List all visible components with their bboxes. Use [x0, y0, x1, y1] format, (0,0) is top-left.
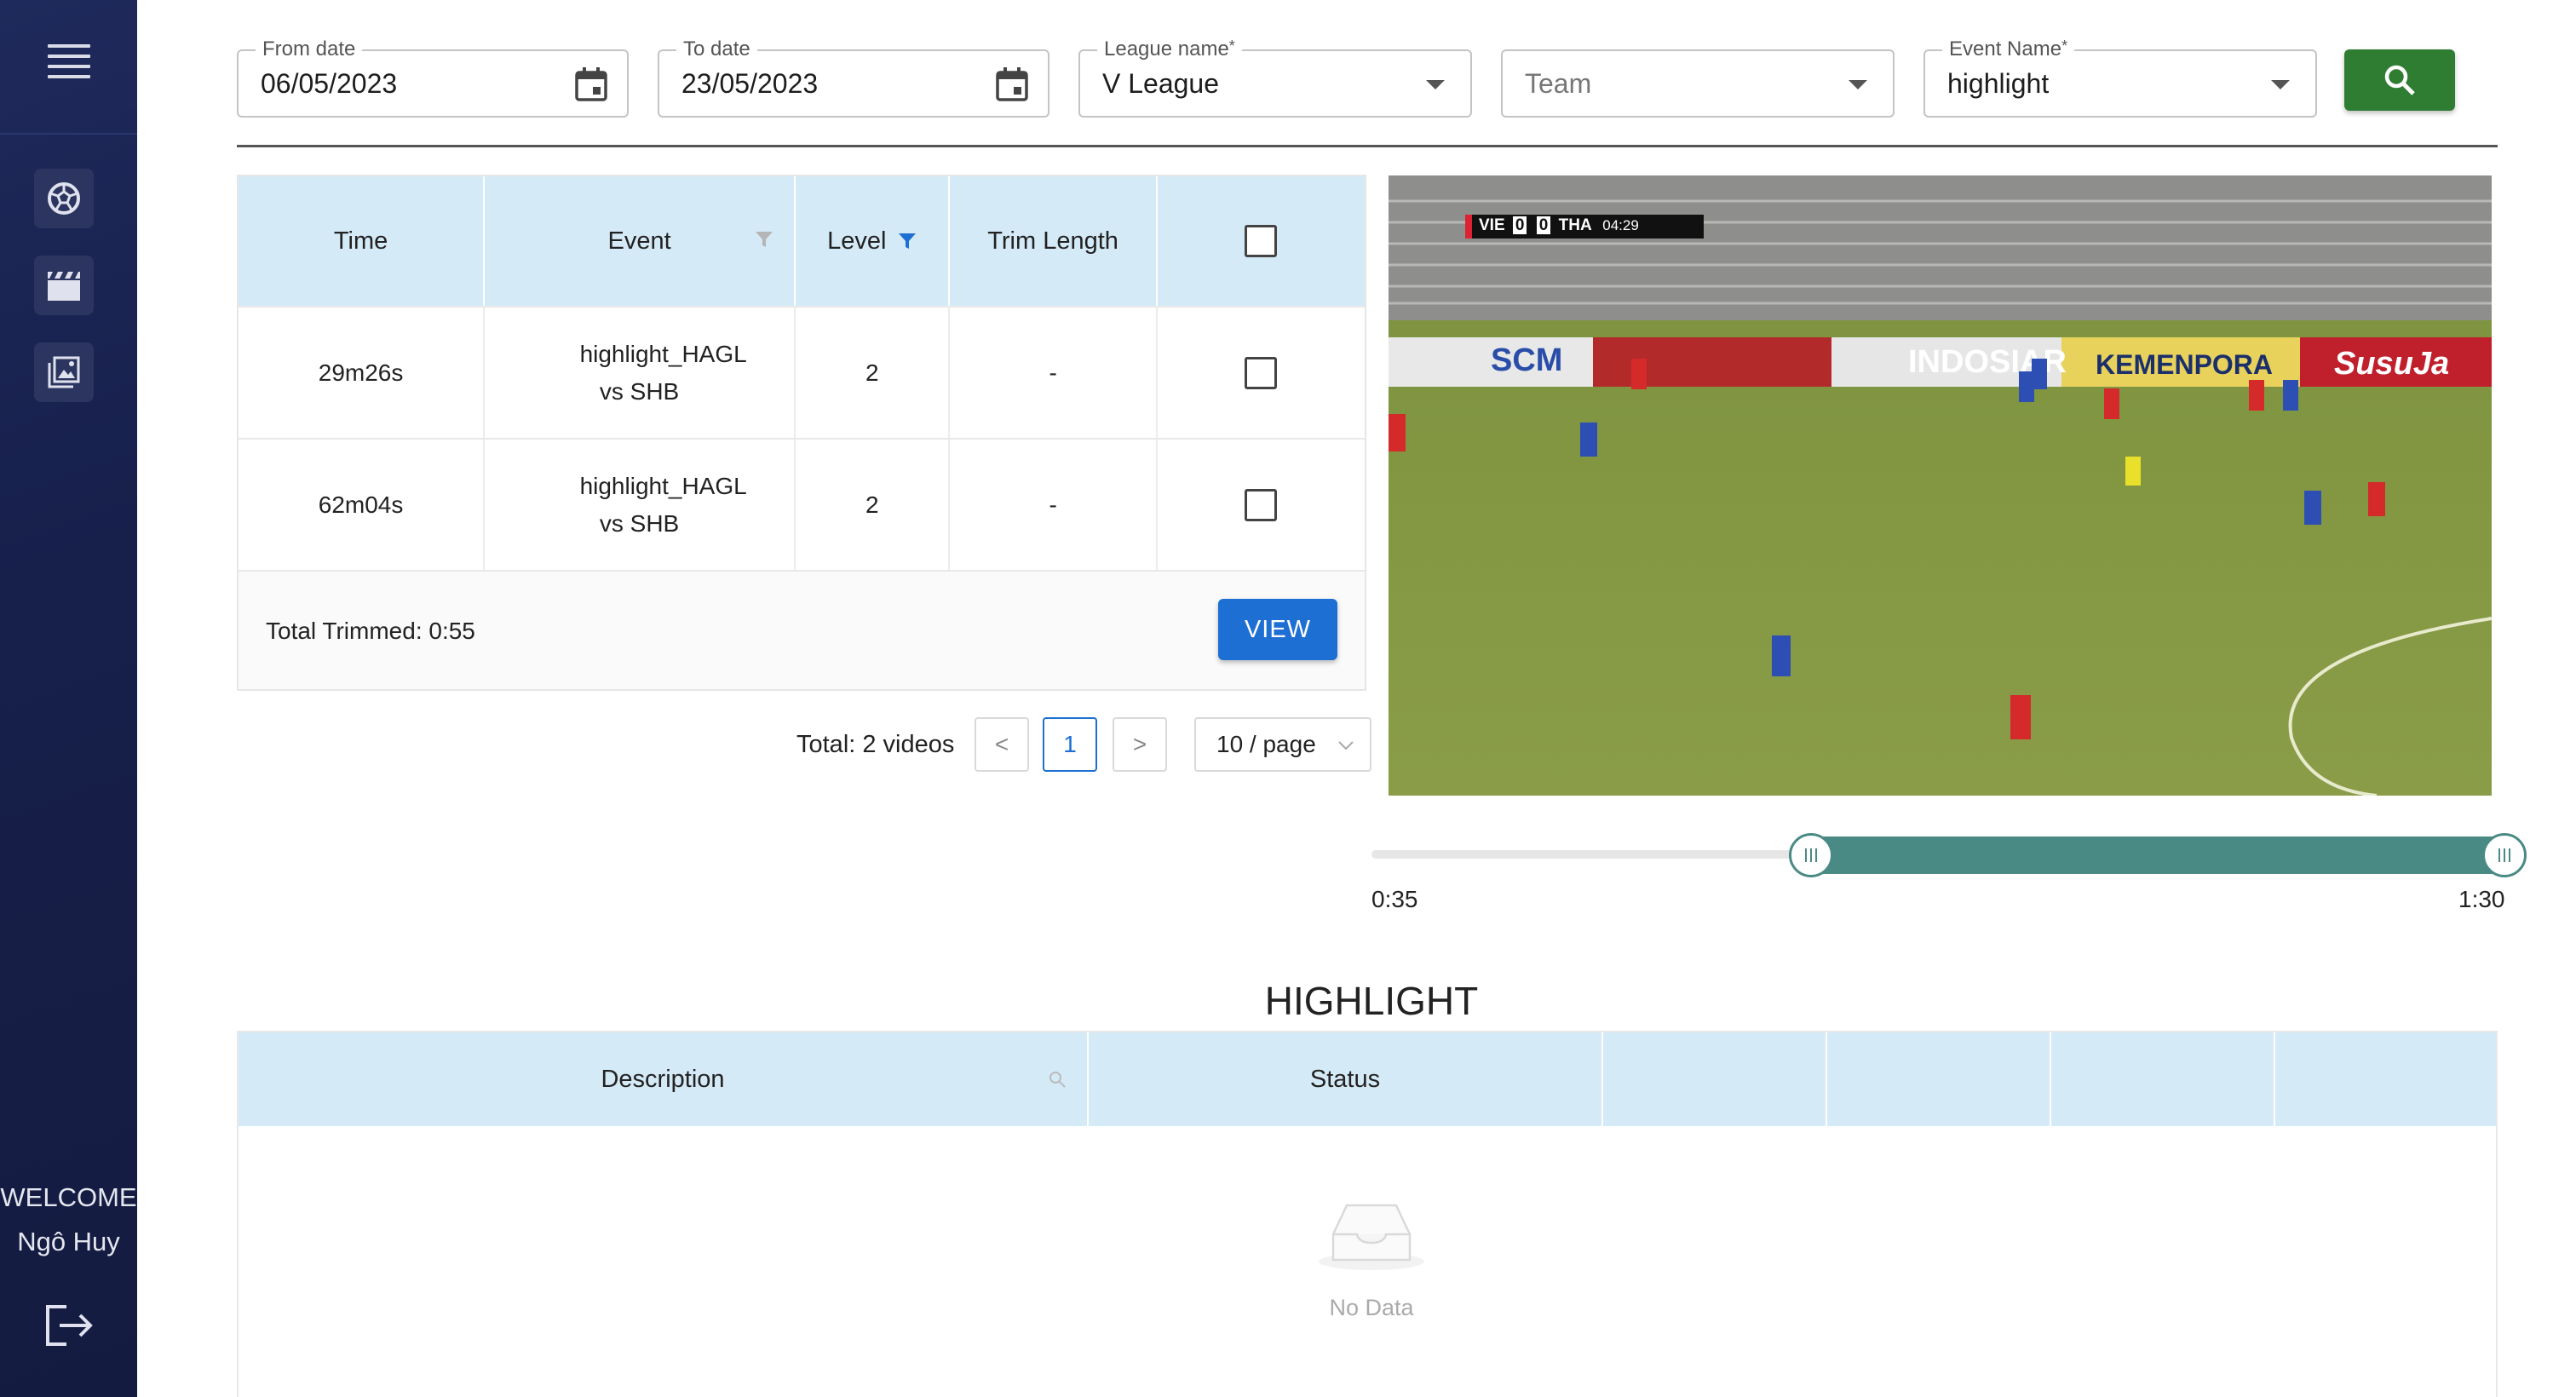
- column-header-empty: [2275, 1032, 2496, 1126]
- to-date-field[interactable]: To date 23/05/2023: [658, 37, 1049, 118]
- column-header-empty: [1603, 1032, 1827, 1126]
- video-player[interactable]: VIE 0 0 THA 04:29 SCM INDOSIAR KEMENPORA…: [1389, 175, 2492, 796]
- sidebar: WELCOME Ngô Huy: [0, 0, 137, 1397]
- search-icon: [2384, 65, 2415, 95]
- team-placeholder: Team: [1525, 68, 1592, 99]
- cell-event: highlight_HAGL vs SHB: [485, 308, 796, 438]
- user-name: Ngô Huy: [17, 1227, 120, 1256]
- next-page-button[interactable]: >: [1113, 717, 1167, 772]
- to-date-value[interactable]: 23/05/2023: [681, 68, 818, 100]
- chevron-down-icon[interactable]: [2271, 80, 2290, 89]
- page-size-select[interactable]: 10 / page: [1194, 717, 1371, 772]
- cell-time: 62m04s: [239, 440, 486, 570]
- calendar-icon[interactable]: [995, 66, 1029, 102]
- cell-time: 29m26s: [239, 308, 486, 438]
- cell-event-text: highlight_HAGL vs SHB: [579, 472, 747, 537]
- hamburger-menu-icon[interactable]: [48, 44, 90, 78]
- calendar-icon[interactable]: [574, 66, 608, 102]
- view-button[interactable]: VIEW: [1218, 599, 1337, 660]
- league-label: League name*: [1097, 37, 1242, 61]
- page-size-value: 10 / page: [1216, 731, 1316, 757]
- from-date-field[interactable]: From date 06/05/2023: [237, 37, 629, 118]
- from-date-label: From date: [256, 37, 363, 61]
- cell-level: 2: [796, 308, 951, 438]
- events-table: Time Event Level Trim Length 29m26s high…: [237, 175, 1366, 691]
- cell-level: 2: [796, 440, 951, 570]
- column-header-trim-length: Trim Length: [950, 176, 1158, 306]
- soccer-ball-icon: [48, 182, 80, 215]
- empty-inbox-icon: [1319, 1204, 1424, 1270]
- select-all-cell: [1158, 176, 1365, 306]
- sidebar-divider: [0, 133, 137, 135]
- from-date-value[interactable]: 06/05/2023: [261, 68, 397, 100]
- total-trimmed: Total Trimmed: 0:55: [266, 618, 475, 644]
- cell-trim-length: -: [950, 308, 1158, 438]
- trim-end-time: 1:30: [2458, 886, 2505, 912]
- cell-select: [1158, 440, 1365, 570]
- column-header-level-label: Level: [827, 227, 887, 255]
- filter-icon[interactable]: [755, 231, 773, 248]
- cell-event-text: highlight_HAGL vs SHB: [579, 340, 747, 405]
- sidebar-item-gallery[interactable]: [34, 342, 94, 402]
- clapperboard-icon: [48, 272, 80, 301]
- trim-end-handle[interactable]: [2482, 833, 2527, 877]
- column-header-description[interactable]: Description: [239, 1032, 1089, 1126]
- event-name-value: highlight: [1947, 68, 2050, 99]
- cell-trim-length: -: [950, 440, 1158, 570]
- highlight-title: HIGHLIGHT: [1264, 979, 1479, 1023]
- chevron-down-icon[interactable]: [1426, 80, 1445, 89]
- column-header-empty: [2051, 1032, 2275, 1126]
- team-select[interactable]: Team: [1501, 49, 1895, 118]
- to-date-label: To date: [676, 37, 757, 61]
- column-header-empty: [1827, 1032, 2051, 1126]
- search-button[interactable]: [2344, 49, 2455, 111]
- sidebar-item-matches[interactable]: [34, 169, 94, 228]
- chevron-down-icon[interactable]: [1849, 80, 1867, 89]
- logout-icon[interactable]: [44, 1303, 95, 1348]
- column-header-description-label: Description: [601, 1065, 725, 1093]
- league-select[interactable]: League name* V League: [1078, 37, 1472, 118]
- page-1-button[interactable]: 1: [1043, 717, 1097, 772]
- gallery-icon: [48, 356, 80, 388]
- trim-start-handle[interactable]: [1789, 833, 1833, 877]
- sidebar-item-videos[interactable]: [34, 256, 94, 315]
- row-checkbox[interactable]: [1245, 488, 1278, 521]
- cell-select: [1158, 308, 1365, 438]
- filter-active-icon[interactable]: [898, 233, 917, 250]
- search-icon[interactable]: [1048, 1070, 1067, 1089]
- select-all-checkbox[interactable]: [1245, 225, 1278, 257]
- column-header-time[interactable]: Time: [239, 176, 486, 306]
- event-name-label: Event Name*: [1942, 37, 2075, 61]
- row-checkbox[interactable]: [1245, 356, 1278, 389]
- column-header-level[interactable]: Level: [796, 176, 951, 306]
- column-header-event-label: Event: [607, 227, 671, 255]
- league-value: V League: [1102, 68, 1220, 99]
- trim-start-time: 0:35: [1371, 886, 1418, 912]
- filter-divider: [237, 145, 2498, 147]
- events-table-header: Time Event Level Trim Length: [239, 176, 1365, 306]
- welcome-label: WELCOME: [0, 1182, 137, 1212]
- chevron-down-icon: [1338, 741, 1354, 750]
- empty-state-text: No Data: [1329, 1295, 1414, 1320]
- players: [1389, 359, 2385, 739]
- column-header-event[interactable]: Event: [485, 176, 796, 306]
- table-row[interactable]: 29m26s highlight_HAGL vs SHB 2 -: [239, 306, 1365, 438]
- events-table-footer: Total Trimmed: 0:55 VIEW: [239, 570, 1365, 689]
- column-header-status: Status: [1089, 1032, 1603, 1126]
- cell-event: highlight_HAGL vs SHB: [485, 440, 796, 570]
- table-row[interactable]: 62m04s highlight_HAGL vs SHB 2 -: [239, 438, 1365, 570]
- prev-page-button[interactable]: <: [975, 717, 1029, 772]
- pagination-total: Total: 2 videos: [796, 731, 955, 758]
- event-name-select[interactable]: Event Name* highlight: [1923, 37, 2317, 118]
- trim-slider-range: [1811, 836, 2504, 874]
- highlight-table-header: Description Status: [239, 1032, 2496, 1126]
